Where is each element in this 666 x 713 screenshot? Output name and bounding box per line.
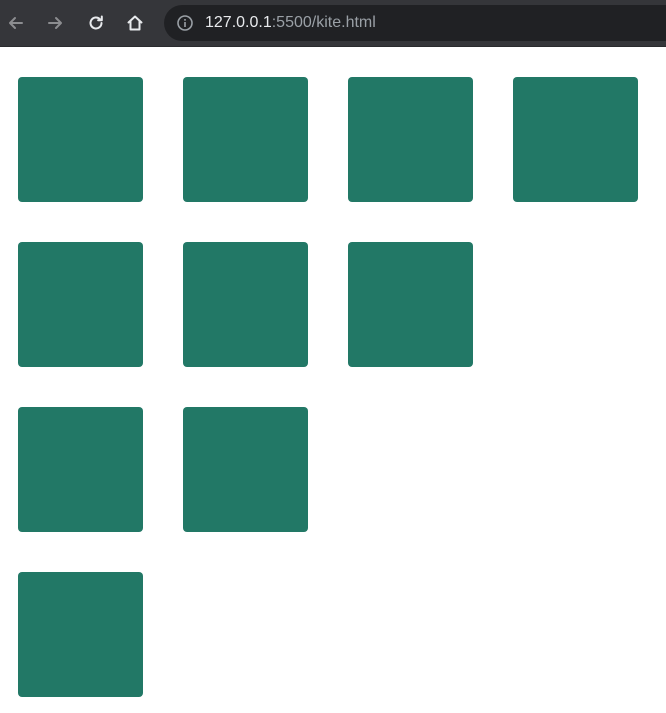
tile [513, 77, 638, 202]
tile [18, 572, 143, 697]
forward-button[interactable] [41, 9, 69, 37]
browser-toolbar: 127.0.0.1:5500/kite.html [0, 0, 666, 47]
tile [183, 407, 308, 532]
tile [18, 407, 143, 532]
tile [348, 242, 473, 367]
tile [183, 77, 308, 202]
tile [183, 242, 308, 367]
reload-icon [89, 15, 103, 30]
home-button[interactable] [121, 9, 149, 37]
address-bar[interactable]: 127.0.0.1:5500/kite.html [164, 5, 666, 41]
reload-button[interactable] [82, 9, 110, 37]
tile [348, 77, 473, 202]
tile [18, 242, 143, 367]
home-icon [127, 15, 143, 31]
tile-grid [0, 47, 666, 713]
arrow-right-icon [48, 17, 62, 29]
tile [18, 77, 143, 202]
info-circle-icon[interactable] [176, 14, 194, 32]
arrow-left-icon [9, 17, 23, 29]
url-path: :5500/kite.html [271, 14, 376, 31]
url-text: 127.0.0.1:5500/kite.html [205, 13, 376, 33]
url-host: 127.0.0.1 [205, 14, 272, 31]
back-button[interactable] [2, 9, 30, 37]
